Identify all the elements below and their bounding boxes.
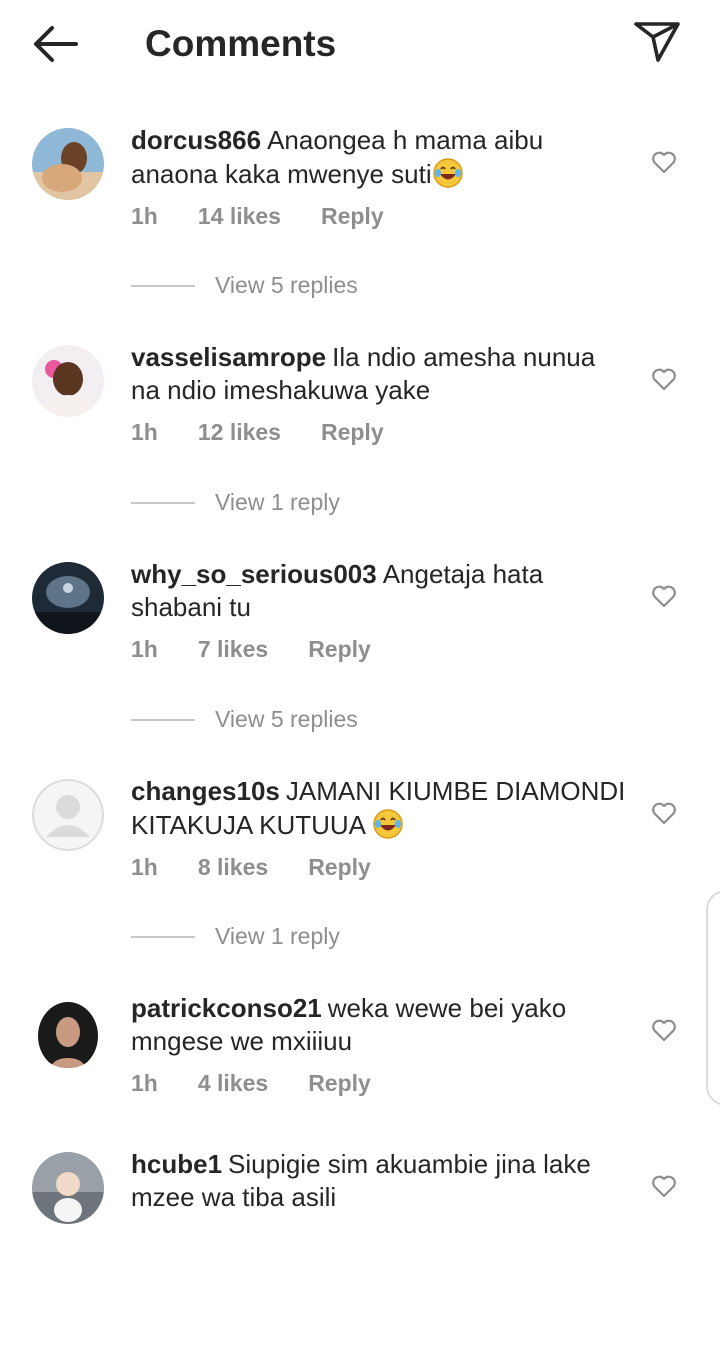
replies-divider: [131, 718, 195, 721]
view-replies-label: View 1 reply: [215, 489, 340, 515]
avatar[interactable]: [32, 345, 104, 417]
heart-outline-icon: [652, 585, 676, 608]
comment-text-line: changes10s JAMANI KIUMBE DIAMONDI KITAKUJ…: [131, 775, 631, 842]
back-button[interactable]: [28, 20, 84, 68]
comment-time: 1h: [131, 419, 158, 445]
view-replies-button[interactable]: View 5 replies: [131, 272, 358, 299]
view-replies-button[interactable]: View 1 reply: [131, 489, 340, 516]
like-button[interactable]: [650, 799, 678, 827]
comment-meta: 1h 8 likes Reply: [131, 854, 631, 881]
comment-likes[interactable]: 7 likes: [198, 636, 268, 663]
comment-likes[interactable]: 12 likes: [198, 419, 281, 446]
comment-item: vasselisamrope Ila ndio amesha nunua na n…: [0, 341, 720, 558]
comment-body: vasselisamrope Ila ndio amesha nunua na n…: [131, 341, 631, 446]
username[interactable]: dorcus866: [131, 125, 261, 155]
comment-meta: 1h 7 likes Reply: [131, 636, 631, 663]
view-replies-button[interactable]: View 5 replies: [131, 706, 358, 733]
like-button[interactable]: [650, 148, 678, 176]
comment-body: hcube1 Siupigie sim akuambie jina lake mz…: [131, 1148, 631, 1214]
comment-body: patrickconso21 weka wewe bei yako mngese …: [131, 992, 631, 1097]
comment-item: changes10s JAMANI KIUMBE DIAMONDI KITAKUJ…: [0, 775, 720, 992]
comment-item: dorcus866 Anaongea h mama aibu anaona kak…: [0, 124, 720, 341]
comment-meta: 1h 4 likes Reply: [131, 1070, 631, 1097]
username[interactable]: changes10s: [131, 776, 280, 806]
comment-item: why_so_serious003 Angetaja hata shabani t…: [0, 558, 720, 775]
heart-outline-icon: [652, 1175, 676, 1198]
comment-meta: 1h 14 likes Reply: [131, 203, 631, 230]
comment-text-line: hcube1 Siupigie sim akuambie jina lake mz…: [131, 1148, 631, 1214]
comment-meta: 1h 12 likes Reply: [131, 419, 631, 446]
comment-likes[interactable]: 4 likes: [198, 1070, 268, 1097]
username[interactable]: vasselisamrope: [131, 342, 326, 372]
reply-button[interactable]: Reply: [321, 419, 384, 446]
comment-text-line: dorcus866 Anaongea h mama aibu anaona kak…: [131, 124, 631, 191]
heart-outline-icon: [652, 151, 676, 174]
heart-outline-icon: [652, 802, 676, 825]
view-replies-label: View 5 replies: [215, 706, 358, 732]
page-title: Comments: [145, 23, 337, 64]
edge-overlay-card: [706, 890, 720, 1106]
reply-button[interactable]: Reply: [308, 854, 371, 881]
comment-text-line: vasselisamrope Ila ndio amesha nunua na n…: [131, 341, 631, 407]
comment-body: dorcus866 Anaongea h mama aibu anaona kak…: [131, 124, 631, 230]
username[interactable]: why_so_serious003: [131, 559, 377, 589]
paper-plane-icon: [634, 22, 680, 62]
comment-likes[interactable]: 14 likes: [198, 203, 281, 230]
like-button[interactable]: [650, 582, 678, 610]
comment-likes[interactable]: 8 likes: [198, 854, 268, 881]
like-button[interactable]: [650, 365, 678, 393]
username[interactable]: hcube1: [131, 1149, 222, 1179]
comment-time: 1h: [131, 203, 158, 229]
comment-text-line: why_so_serious003 Angetaja hata shabani t…: [131, 558, 631, 624]
comment-item: patrickconso21 weka wewe bei yako mngese …: [0, 992, 720, 1148]
username[interactable]: patrickconso21: [131, 993, 322, 1023]
avatar[interactable]: [32, 562, 104, 634]
comment-text-line: patrickconso21 weka wewe bei yako mngese …: [131, 992, 631, 1058]
face-with-tears-of-joy-icon: [372, 808, 404, 840]
comment-time: 1h: [131, 636, 158, 662]
like-button[interactable]: [650, 1016, 678, 1044]
avatar[interactable]: [32, 779, 104, 851]
reply-button[interactable]: Reply: [308, 1070, 371, 1097]
heart-outline-icon: [652, 368, 676, 391]
like-button[interactable]: [650, 1172, 678, 1200]
share-button[interactable]: [628, 18, 684, 66]
comment-body: why_so_serious003 Angetaja hata shabani t…: [131, 558, 631, 663]
replies-divider: [131, 284, 195, 287]
replies-divider: [131, 935, 195, 938]
header-bar: Comments: [0, 0, 720, 90]
comment-list: dorcus866 Anaongea h mama aibu anaona kak…: [0, 124, 720, 1365]
avatar[interactable]: [32, 1152, 104, 1224]
face-with-tears-of-joy-icon: [432, 157, 464, 189]
replies-divider: [131, 501, 195, 504]
arrow-left-icon: [34, 26, 78, 62]
reply-button[interactable]: Reply: [308, 636, 371, 663]
avatar[interactable]: [32, 128, 104, 200]
view-replies-label: View 1 reply: [215, 923, 340, 949]
comment-time: 1h: [131, 854, 158, 880]
view-replies-button[interactable]: View 1 reply: [131, 923, 340, 950]
heart-outline-icon: [652, 1019, 676, 1042]
comment-item: hcube1 Siupigie sim akuambie jina lake mz…: [0, 1148, 720, 1365]
reply-button[interactable]: Reply: [321, 203, 384, 230]
avatar[interactable]: [32, 996, 104, 1068]
view-replies-label: View 5 replies: [215, 272, 358, 298]
comment-time: 1h: [131, 1070, 158, 1096]
comment-body: changes10s JAMANI KIUMBE DIAMONDI KITAKUJ…: [131, 775, 631, 881]
